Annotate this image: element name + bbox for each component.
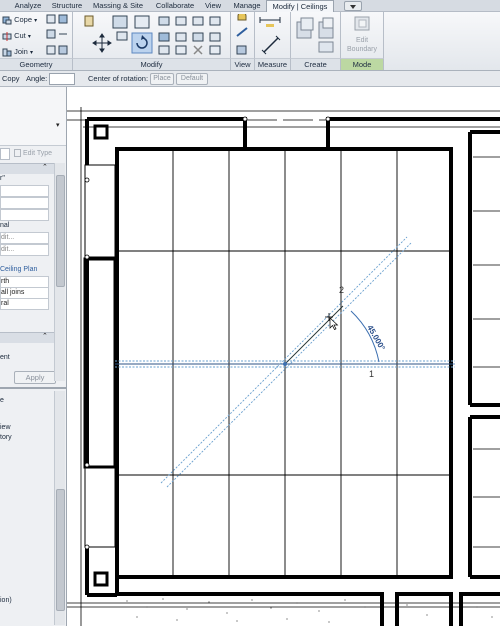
rotated-preview-line [160,236,413,488]
label-1: 1 [369,369,374,379]
angle-dimension-label: 45.000° [365,324,387,352]
wall-end-dots [84,116,331,550]
tab-analyze[interactable]: Analyze [8,0,48,11]
join-button[interactable]: Join ▾ [2,46,33,57]
create-tools-icons [296,17,334,53]
properties-section-header[interactable]: ⌃ [0,332,54,343]
edit-type-icon [14,149,21,158]
property-value[interactable]: dit... [0,244,49,256]
ceiling-plan-drawing: 45.000° 2 1 [67,107,500,626]
cut-button[interactable]: Cut ▾ [2,30,31,41]
geometry-panel-label: Geometry [0,58,73,70]
tab-structure[interactable]: Structure [50,0,84,11]
join-icon [2,48,12,57]
property-row: r" [0,175,5,182]
default-button[interactable]: Default [176,73,208,85]
pane-splitter[interactable] [0,387,66,389]
label-2: 2 [339,285,344,295]
cut-icon [2,31,12,41]
window-jambs [83,164,117,548]
reference-lines [67,107,500,626]
properties-palette: ▾ Edit Type ⌃ r" nal dit... dit... Ceili… [0,87,67,626]
scrollbar-thumb[interactable] [56,489,65,611]
property-row-ceiling-plan: Ceiling Plan [0,266,38,273]
property-value[interactable]: dit... [0,232,49,244]
geometry-tools-icons [46,14,68,55]
edit-boundary-icon [354,16,370,31]
walls [85,117,500,626]
drawing-area[interactable]: 45.000° 2 1 [67,87,500,626]
tab-massing-site[interactable]: Massing & Site [90,0,146,11]
property-value[interactable] [0,185,49,197]
property-value[interactable]: ral [0,298,49,310]
type-dropdown-arrow-icon: ▾ [56,122,60,129]
cope-icon [2,16,12,25]
mode-panel-label: Mode [341,58,384,70]
modify-tools-icons [84,15,221,55]
ribbon-tab-bar: Analyze Structure Massing & Site Collabo… [0,0,500,12]
browser-item[interactable]: tory [0,432,12,443]
property-row: nal [0,222,10,229]
place-button[interactable]: Place [150,73,174,85]
property-row: ent [0,354,10,361]
tab-collaborate[interactable]: Collaborate [152,0,198,11]
options-bar: Copy Angle: Center of rotation: [0,71,500,87]
tab-view[interactable]: View [202,0,224,11]
browser-item[interactable]: e [0,395,4,406]
property-value[interactable] [0,197,49,209]
right-room-grid [473,156,500,548]
copy-option[interactable]: Copy [2,71,20,86]
type-selector[interactable]: ▾ [0,87,66,146]
measure-panel-label: Measure [255,58,291,70]
center-of-rotation-marker [283,362,287,366]
collapse-icon: ⌃ [42,333,48,340]
browser-item[interactable]: ion) [0,595,12,606]
create-panel-label: Create [291,58,341,70]
view-tools-icons [236,14,248,55]
columns [93,124,109,587]
contextual-toggle-button[interactable] [344,1,362,11]
floor-hatch [126,598,493,623]
edit-type-button[interactable]: Edit Type [14,148,52,159]
properties-scrollbar[interactable] [54,163,65,381]
tab-modify-ceilings[interactable]: Modify | Ceilings [266,0,334,12]
properties-section-header[interactable]: ⌃ [0,163,54,174]
scrollbar-thumb[interactable] [56,175,65,287]
collapse-icon: ⌃ [42,164,48,171]
browser-scrollbar[interactable] [54,391,65,625]
angle-label: Angle: [26,74,48,83]
apply-button[interactable]: Apply [14,371,56,384]
cope-button[interactable]: Cope ▾ [2,14,37,25]
edit-type-row: Edit Type [0,148,62,160]
center-of-rotation-label: Center of rotation: [88,74,149,83]
angle-input[interactable] [49,73,75,85]
view-panel-label: View [231,58,255,70]
chevron-down-icon [350,5,356,10]
filter-dropdown[interactable] [0,148,10,160]
modify-panel-label: Modify [73,58,231,70]
measure-tools-icons [259,17,281,55]
cursor-icon [325,313,339,330]
edit-boundary-button[interactable]: Edit Boundary [341,36,383,54]
tab-manage[interactable]: Manage [230,0,264,11]
